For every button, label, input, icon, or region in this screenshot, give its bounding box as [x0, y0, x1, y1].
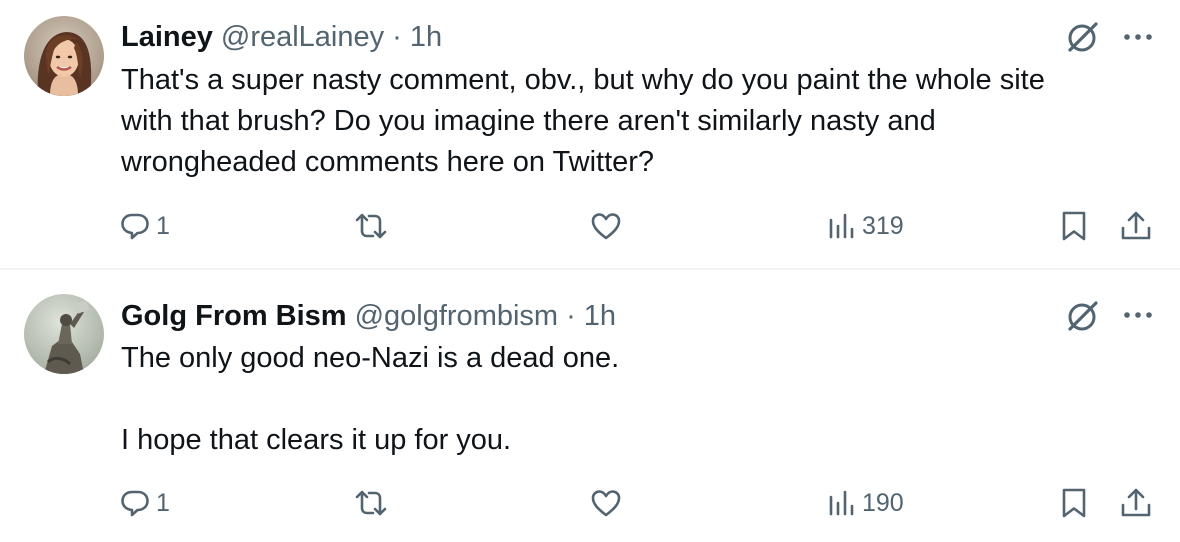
reply-count: 1: [156, 488, 170, 517]
views-count: 319: [862, 211, 904, 240]
reply-icon: [121, 213, 149, 240]
grok-icon[interactable]: [1064, 297, 1102, 335]
views-button[interactable]: 190: [826, 481, 904, 525]
reply-icon: [121, 490, 149, 517]
reply-count: 1: [156, 211, 170, 240]
reply-button[interactable]: 1: [120, 204, 170, 248]
tweet-text-line: The only good neo-Nazi is a dead one.: [121, 342, 620, 374]
author-handle[interactable]: @golgfrombism: [355, 300, 559, 333]
tweet-actions: 1 190: [0, 481, 1180, 525]
bookmark-icon: [1062, 488, 1086, 518]
share-button[interactable]: [1119, 204, 1153, 248]
reply-button[interactable]: 1: [120, 481, 170, 525]
bookmark-icon: [1062, 211, 1086, 241]
tweet-text: That's a super nasty comment, obv., but …: [121, 60, 1141, 183]
tweet-header: Lainey @realLainey · 1h: [121, 17, 442, 57]
more-options-icon[interactable]: [1116, 300, 1160, 330]
retweet-icon: [355, 490, 387, 516]
like-button[interactable]: [590, 204, 628, 248]
heart-icon: [591, 213, 621, 240]
like-button[interactable]: [590, 481, 628, 525]
tweet[interactable]: Lainey @realLainey · 1h That's a super n…: [0, 0, 1180, 270]
separator-dot: ·: [392, 20, 402, 53]
views-count: 190: [862, 488, 904, 517]
tweet-text-line: I hope that clears it up for you.: [121, 424, 512, 456]
tweet-text-line: with that brush? Do you imagine there ar…: [121, 105, 936, 137]
author-name[interactable]: Golg From Bism: [121, 300, 347, 333]
statue-avatar-icon: [24, 294, 104, 374]
bookmark-button[interactable]: [1059, 481, 1089, 525]
tweet[interactable]: Golg From Bism @golgfrombism · 1h The on…: [0, 270, 1180, 542]
timestamp[interactable]: 1h: [584, 300, 616, 333]
views-button[interactable]: 319: [826, 204, 904, 248]
retweet-icon: [355, 213, 387, 239]
retweet-button[interactable]: [354, 204, 394, 248]
retweet-button[interactable]: [354, 481, 394, 525]
avatar[interactable]: [24, 294, 104, 374]
author-name[interactable]: Lainey: [121, 21, 213, 54]
share-button[interactable]: [1119, 481, 1153, 525]
share-icon: [1121, 211, 1151, 240]
tweet-actions: 1 319: [0, 204, 1180, 248]
bookmark-button[interactable]: [1059, 204, 1089, 248]
heart-icon: [591, 490, 621, 517]
avatar[interactable]: [24, 16, 104, 96]
tweet-text-line: wrongheaded comments here on Twitter?: [121, 146, 655, 178]
tweet-header: Golg From Bism @golgfrombism · 1h: [121, 296, 616, 336]
grok-icon[interactable]: [1064, 18, 1102, 56]
woman-portrait-avatar-icon: [24, 16, 104, 96]
tweet-text-line: That's a super nasty comment, obv., but …: [121, 64, 1045, 96]
tweet-text: The only good neo-Nazi is a dead one. I …: [121, 338, 1141, 461]
separator-dot: ·: [566, 299, 576, 332]
views-chart-icon: [829, 490, 854, 516]
author-handle[interactable]: @realLainey: [221, 21, 384, 54]
timestamp[interactable]: 1h: [410, 21, 442, 54]
more-options-icon[interactable]: [1116, 22, 1160, 52]
share-icon: [1121, 488, 1151, 517]
views-chart-icon: [829, 213, 854, 239]
